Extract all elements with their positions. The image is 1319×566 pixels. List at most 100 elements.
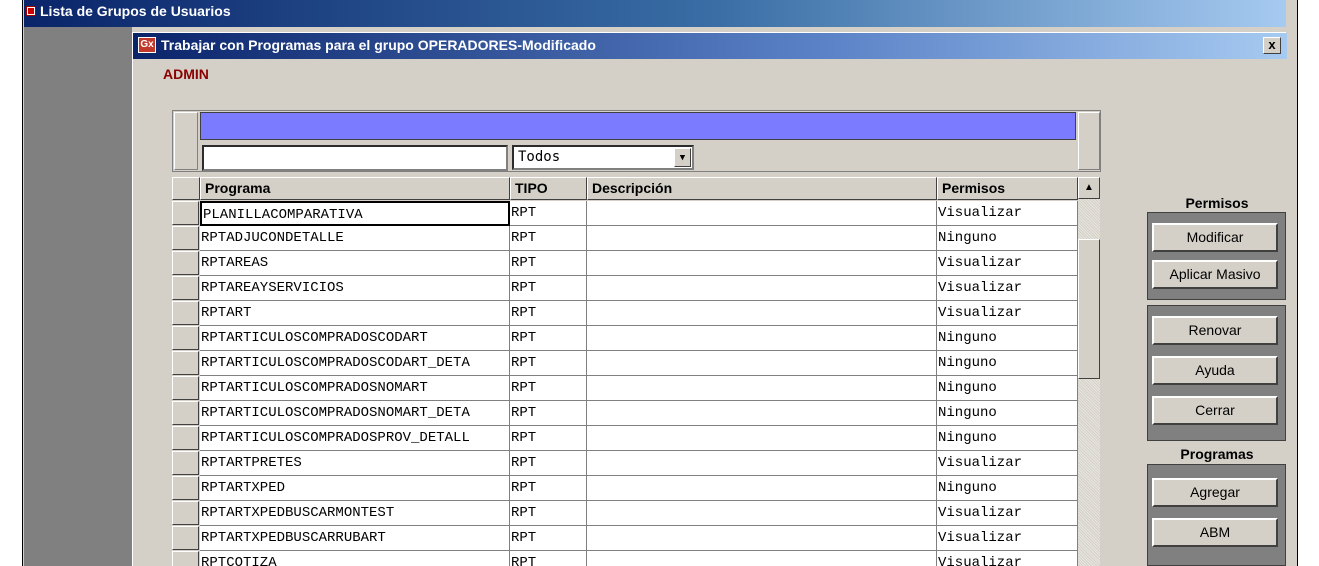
cell-permisos[interactable]: Ninguno (937, 401, 1078, 426)
cell-programa[interactable]: RPTARTXPEDBUSCARRUBART (200, 526, 510, 551)
column-header-descripcion[interactable]: Descripción (587, 177, 937, 200)
table-row[interactable]: RPTARTXPEDBUSCARRUBART RPT Visualizar (172, 526, 1078, 551)
cell-programa[interactable]: RPTARTICULOSCOMPRADOSNOMART_DETA (200, 401, 510, 426)
vertical-scrollbar[interactable]: ▲ (1078, 177, 1100, 566)
table-row[interactable]: RPTARTICULOSCOMPRADOSNOMART_DETA RPT Ningu… (172, 401, 1078, 426)
cell-tipo[interactable]: RPT (510, 476, 587, 501)
table-row[interactable]: RPTARTICULOSCOMPRADOSPROV_DETALL RPT Ningu… (172, 426, 1078, 451)
cell-descripcion[interactable] (587, 451, 937, 476)
table-row[interactable]: RPTARTICULOSCOMPRADOSCODART RPT Ninguno (172, 326, 1078, 351)
table-row[interactable]: RPTARTXPEDBUSCARMONTEST RPT Visualizar (172, 501, 1078, 526)
cell-descripcion[interactable] (587, 326, 937, 351)
cell-programa[interactable]: PLANILLACOMPARATIVA (200, 201, 510, 226)
cell-descripcion[interactable] (587, 226, 937, 251)
tipo-filter-select[interactable]: Todos ▼ (512, 145, 694, 170)
cell-tipo[interactable]: RPT (510, 551, 587, 566)
scrollbar-thumb[interactable] (1078, 239, 1100, 379)
cell-tipo[interactable]: RPT (510, 376, 587, 401)
cell-permisos[interactable]: Ninguno (937, 351, 1078, 376)
cell-descripcion[interactable] (587, 201, 937, 226)
cell-permisos[interactable]: Visualizar (937, 276, 1078, 301)
table-row[interactable]: RPTARTXPED RPT Ninguno (172, 476, 1078, 501)
cell-descripcion[interactable] (587, 276, 937, 301)
row-selector[interactable] (172, 526, 199, 550)
table-row[interactable]: RPTARTICULOSCOMPRADOSNOMART RPT Ninguno (172, 376, 1078, 401)
cell-tipo[interactable]: RPT (510, 426, 587, 451)
cell-programa[interactable]: RPTARTICULOSCOMPRADOSCODART_DETA (200, 351, 510, 376)
cell-tipo[interactable]: RPT (510, 501, 587, 526)
cell-programa[interactable]: RPTARTXPEDBUSCARMONTEST (200, 501, 510, 526)
cell-tipo[interactable]: RPT (510, 226, 587, 251)
table-row[interactable]: RPTAREAYSERVICIOS RPT Visualizar (172, 276, 1078, 301)
column-header-programa[interactable]: Programa (200, 177, 510, 200)
cell-permisos[interactable]: Visualizar (937, 301, 1078, 326)
agregar-button[interactable]: Agregar (1152, 478, 1278, 507)
cell-programa[interactable]: RPTART (200, 301, 510, 326)
cell-tipo[interactable]: RPT (510, 451, 587, 476)
cell-permisos[interactable]: Visualizar (937, 526, 1078, 551)
row-selector[interactable] (172, 501, 199, 525)
cell-descripcion[interactable] (587, 351, 937, 376)
row-selector[interactable] (172, 201, 199, 225)
cell-programa[interactable]: RPTARTICULOSCOMPRADOSCODART (200, 326, 510, 351)
row-selector[interactable] (172, 226, 199, 250)
row-selector[interactable] (172, 476, 199, 500)
cell-tipo[interactable]: RPT (510, 301, 587, 326)
cell-permisos[interactable]: Visualizar (937, 451, 1078, 476)
cell-programa[interactable]: RPTARTICULOSCOMPRADOSPROV_DETALL (200, 426, 510, 451)
cell-tipo[interactable]: RPT (510, 526, 587, 551)
row-selector[interactable] (172, 301, 199, 325)
cell-permisos[interactable]: Visualizar (937, 551, 1078, 566)
chevron-down-icon[interactable]: ▼ (674, 148, 691, 167)
cell-permisos[interactable]: Ninguno (937, 376, 1078, 401)
table-row[interactable]: RPTCOTIZA RPT Visualizar (172, 551, 1078, 566)
modificar-button[interactable]: Modificar (1152, 223, 1278, 252)
cell-descripcion[interactable] (587, 426, 937, 451)
table-row[interactable]: RPTART RPT Visualizar (172, 301, 1078, 326)
cell-programa[interactable]: RPTCOTIZA (200, 551, 510, 566)
cell-descripcion[interactable] (587, 501, 937, 526)
cell-programa[interactable]: RPTARTPRETES (200, 451, 510, 476)
table-row[interactable]: RPTAREAS RPT Visualizar (172, 251, 1078, 276)
cell-permisos[interactable]: Ninguno (937, 476, 1078, 501)
cell-tipo[interactable]: RPT (510, 326, 587, 351)
cell-descripcion[interactable] (587, 251, 937, 276)
row-selector[interactable] (172, 251, 199, 275)
cell-descripcion[interactable] (587, 526, 937, 551)
cell-permisos[interactable]: Ninguno (937, 226, 1078, 251)
cell-tipo[interactable]: RPT (510, 276, 587, 301)
abm-button[interactable]: ABM (1152, 518, 1278, 547)
cell-programa[interactable]: RPTAREAYSERVICIOS (200, 276, 510, 301)
table-row[interactable]: RPTADJUCONDETALLE RPT Ninguno (172, 226, 1078, 251)
cell-permisos[interactable]: Visualizar (937, 251, 1078, 276)
renovar-button[interactable]: Renovar (1152, 316, 1278, 345)
cell-tipo[interactable]: RPT (510, 351, 587, 376)
cell-tipo[interactable]: RPT (510, 401, 587, 426)
cell-descripcion[interactable] (587, 376, 937, 401)
arrow-up-icon[interactable]: ▲ (1078, 177, 1100, 199)
table-row[interactable]: RPTARTICULOSCOMPRADOSCODART_DETA RPT Ningu… (172, 351, 1078, 376)
row-selector[interactable] (172, 551, 199, 566)
column-header-permisos[interactable]: Permisos (937, 177, 1078, 200)
programa-filter-input[interactable] (202, 145, 508, 171)
row-selector[interactable] (172, 276, 199, 300)
table-row[interactable]: PLANILLACOMPARATIVA RPT Visualizar (172, 201, 1078, 226)
close-icon[interactable]: x (1263, 37, 1281, 54)
cell-programa[interactable]: RPTAREAS (200, 251, 510, 276)
cell-permisos[interactable]: Ninguno (937, 426, 1078, 451)
row-selector[interactable] (172, 326, 199, 350)
cell-tipo[interactable]: RPT (510, 251, 587, 276)
row-selector[interactable] (172, 401, 199, 425)
row-selector[interactable] (172, 451, 199, 475)
cell-permisos[interactable]: Visualizar (937, 201, 1078, 226)
column-header-tipo[interactable]: TIPO (510, 177, 587, 200)
dialog-titlebar[interactable]: Gx Trabajar con Programas para el grupo … (133, 33, 1287, 59)
ayuda-button[interactable]: Ayuda (1152, 356, 1278, 385)
cell-programa[interactable]: RPTARTICULOSCOMPRADOSNOMART (200, 376, 510, 401)
cell-descripcion[interactable] (587, 401, 937, 426)
row-selector[interactable] (172, 426, 199, 450)
cell-permisos[interactable]: Visualizar (937, 501, 1078, 526)
cell-programa[interactable]: RPTARTXPED (200, 476, 510, 501)
cerrar-button[interactable]: Cerrar (1152, 396, 1278, 425)
cell-programa[interactable]: RPTADJUCONDETALLE (200, 226, 510, 251)
